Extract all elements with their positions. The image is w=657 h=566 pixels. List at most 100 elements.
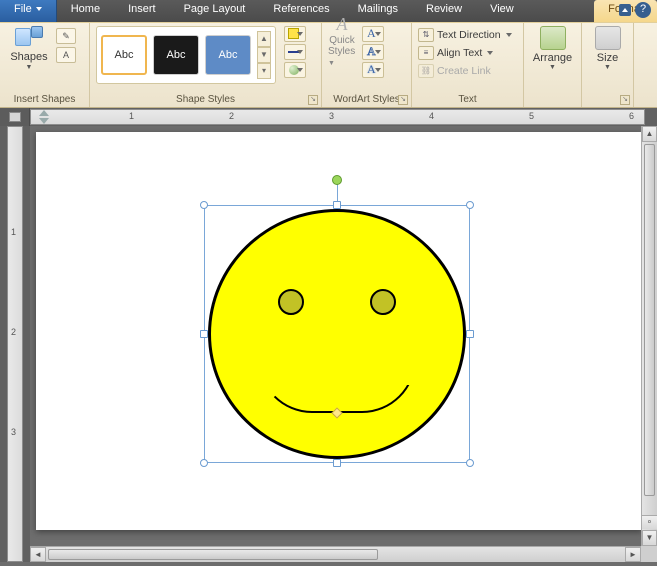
wordart-icon: A [337,14,348,35]
horizontal-scrollbar[interactable]: ◄ ► [30,546,641,562]
shape-outline-button[interactable] [284,44,306,60]
shapes-gallery-button[interactable]: Shapes ▼ [6,26,52,71]
shape-selection[interactable] [204,205,470,463]
arrange-icon [540,26,566,50]
ribbon-tabs: File Home Insert Page Layout References … [0,0,657,22]
resize-handle-br[interactable] [466,459,474,467]
page[interactable] [36,132,642,530]
vscroll-thumb[interactable] [644,144,655,496]
group-label-wordart: WordArt Styles [328,93,405,107]
shape-style-gallery[interactable]: Abc Abc Abc ▲ ▼ ▾ [96,26,276,84]
text-effects-button[interactable]: A [362,62,384,78]
scroll-right-icon[interactable]: ► [625,547,641,562]
text-direction-icon: ⇅ [418,28,434,42]
resize-handle-tl[interactable] [200,201,208,209]
ruler-corner[interactable] [0,108,30,126]
create-link-label: Create Link [437,65,491,77]
document-viewport: ▲ ∘ ▼ ◄ ► [30,126,657,562]
tab-references[interactable]: References [259,0,343,22]
hruler-num-6: 6 [629,111,634,121]
hruler-num-1: 1 [129,111,134,121]
group-wordart-styles: A Quick Styles ▼ A A A WordArt Styles ↘ [322,23,412,107]
help-icon[interactable]: ? [635,2,651,18]
style-swatch-2[interactable]: Abc [153,35,199,75]
tab-view[interactable]: View [476,0,528,22]
minimize-ribbon-icon[interactable] [619,4,631,16]
size-icon [595,26,621,50]
text-direction-button[interactable]: ⇅ Text Direction [418,26,517,43]
tab-insert[interactable]: Insert [114,0,170,22]
text-box-button[interactable]: A [56,47,76,63]
edit-shape-button[interactable]: ✎ [56,28,76,44]
group-text: ⇅ Text Direction ≡ Align Text ⛓ Create L… [412,23,524,107]
group-arrange: Arrange ▼ [524,23,582,107]
text-direction-label: Text Direction [437,29,501,41]
size-label: Size [597,52,618,64]
arrange-label: Arrange [533,52,572,64]
align-text-label: Align Text [437,47,482,59]
quick-styles-label-1: Quick [329,35,355,46]
vertical-ruler-column: 1 2 3 [0,126,30,562]
shape-fill-button[interactable] [284,26,306,42]
gallery-scroll-down-icon[interactable]: ▼ [257,47,271,63]
align-text-icon: ≡ [418,46,434,60]
link-icon: ⛓ [418,64,434,78]
vruler-num-1: 1 [11,227,16,237]
hruler-num-3: 3 [329,111,334,121]
vruler-num-3: 3 [11,427,16,437]
tab-review[interactable]: Review [412,0,476,22]
vruler-num-2: 2 [11,327,16,337]
group-label-shape-styles: Shape Styles [96,93,315,107]
group-insert-shapes: Shapes ▼ ✎ A Insert Shapes [0,23,90,107]
object-browser-button[interactable]: ∘ [642,515,657,529]
resize-handle-b[interactable] [333,459,341,467]
gallery-more-icon[interactable]: ▾ [257,63,271,79]
group-label-insert-shapes: Insert Shapes [6,93,83,107]
text-fill-button[interactable]: A [362,26,384,42]
shape-styles-dialog-launcher[interactable]: ↘ [308,95,318,105]
hruler-num-2: 2 [229,111,234,121]
size-dialog-launcher[interactable]: ↘ [620,95,630,105]
gallery-scroll-up-icon[interactable]: ▲ [257,31,271,47]
wordart-dialog-launcher[interactable]: ↘ [398,95,408,105]
resize-handle-t[interactable] [333,201,341,209]
hruler-num-4: 4 [429,111,434,121]
quick-styles-label-2: Styles [328,46,355,57]
group-size: Size ▼ ↘ [582,23,634,107]
group-label-text: Text [418,93,517,107]
tab-mailings[interactable]: Mailings [344,0,412,22]
indent-marker[interactable] [39,110,49,124]
arrange-button[interactable]: Arrange ▼ [530,26,575,71]
work-area: 1 2 3 [0,126,657,562]
resize-handle-tr[interactable] [466,201,474,209]
scroll-down-icon[interactable]: ▼ [642,530,657,546]
resize-handle-bl[interactable] [200,459,208,467]
ribbon: Shapes ▼ ✎ A Insert Shapes Abc Abc Abc ▲… [0,22,657,108]
size-button[interactable]: Size ▼ [588,26,627,71]
shapes-button-label: Shapes [10,51,47,63]
style-swatch-3[interactable]: Abc [205,35,251,75]
vertical-ruler[interactable]: 1 2 3 [7,126,23,562]
tab-file[interactable]: File [0,0,57,22]
quick-styles-button[interactable]: A Quick Styles ▼ [328,26,356,56]
rotation-handle[interactable] [332,175,342,185]
selection-frame [204,205,470,463]
hscroll-thumb[interactable] [48,549,378,560]
align-text-button[interactable]: ≡ Align Text [418,44,517,61]
text-outline-button[interactable]: A [362,44,384,60]
horizontal-ruler[interactable]: 1 2 3 4 5 6 [30,109,645,125]
shape-effects-button[interactable] [284,62,306,78]
create-link-button: ⛓ Create Link [418,62,517,79]
vertical-scrollbar[interactable]: ▲ ∘ ▼ [641,126,657,546]
horizontal-ruler-row: 1 2 3 4 5 6 [0,108,657,126]
group-shape-styles: Abc Abc Abc ▲ ▼ ▾ Shape Styles ↘ [90,23,322,107]
scroll-corner [641,546,657,562]
scroll-up-icon[interactable]: ▲ [642,126,657,142]
style-swatch-1[interactable]: Abc [101,35,147,75]
shapes-icon [15,26,43,50]
resize-handle-r[interactable] [466,330,474,338]
tab-page-layout[interactable]: Page Layout [170,0,260,22]
tab-home[interactable]: Home [57,0,114,22]
scroll-left-icon[interactable]: ◄ [30,547,46,562]
resize-handle-l[interactable] [200,330,208,338]
